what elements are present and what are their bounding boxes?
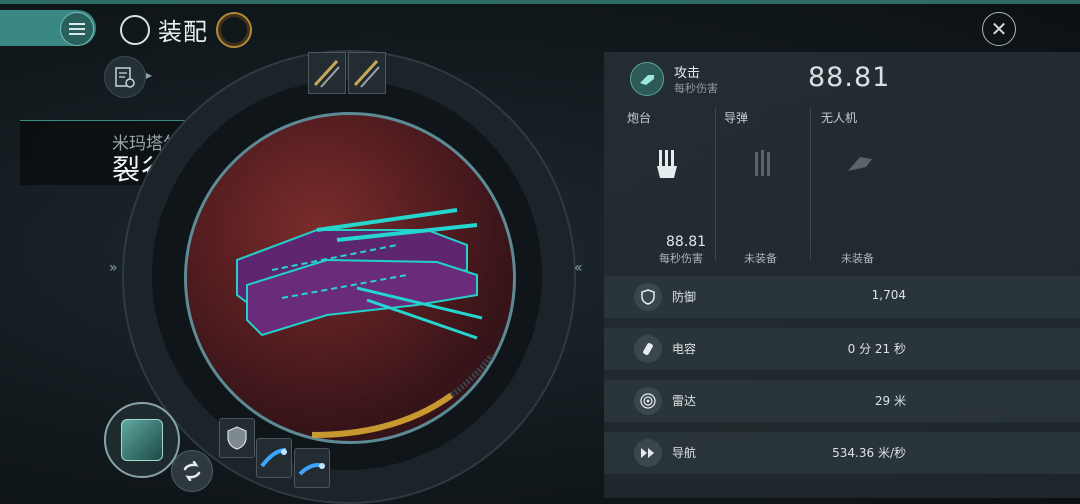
shield-icon [634, 283, 662, 311]
stat-value: 1,704 [871, 288, 906, 302]
column-divider [715, 108, 716, 260]
low-slot-3[interactable] [294, 448, 330, 488]
swap-icon [183, 461, 201, 481]
engine-module-icon [260, 448, 287, 468]
fitting-icon [120, 14, 150, 45]
stat-name: 雷达 [672, 394, 697, 408]
module-bay-button[interactable] [104, 402, 180, 478]
attack-label: 攻击 [674, 66, 701, 81]
target-icon[interactable] [216, 12, 252, 48]
attack-icon [630, 62, 664, 96]
missile-icon[interactable] [742, 145, 782, 185]
stat-value: 29 米 [874, 394, 906, 408]
hamburger-icon [60, 12, 94, 46]
top-accent-line [0, 0, 1080, 4]
stat-value: 0 分 21 秒 [847, 342, 906, 356]
low-slot-1[interactable] [219, 418, 255, 458]
missile-heading: 导弹 [724, 111, 749, 125]
rotate-left-chevron[interactable]: » [109, 260, 118, 276]
low-slot-2[interactable] [256, 438, 292, 478]
expand-arrow-icon: ▸ [146, 68, 153, 82]
turret-module-icon [313, 59, 340, 88]
capacitor-progress-arc [312, 355, 495, 438]
high-slot-2[interactable] [348, 52, 386, 94]
stat-row-capacitor[interactable]: 电容 0 分 21 秒 [604, 328, 1080, 370]
drone-heading: 无人机 [821, 111, 858, 125]
turret-icon[interactable] [647, 145, 687, 185]
swap-button[interactable] [171, 450, 213, 492]
turret-heading: 炮台 [627, 111, 652, 125]
high-slot-1[interactable] [308, 52, 346, 94]
fitting-list-button[interactable] [104, 56, 146, 98]
menu-button[interactable] [0, 10, 96, 46]
rotate-right-chevron[interactable]: « [574, 260, 583, 276]
ship-model [236, 208, 483, 340]
drone-status: 未装备 [841, 252, 874, 265]
capacitor-progress-fill [312, 355, 495, 438]
radar-icon [634, 387, 662, 415]
capacitor-icon [634, 335, 662, 363]
stat-name: 导航 [672, 446, 697, 460]
stat-row-defense[interactable]: 防御 1,704 [604, 276, 1080, 318]
page-title: 装配 [158, 18, 208, 46]
missile-status: 未装备 [744, 252, 777, 265]
attack-sub: 每秒伤害 [674, 82, 718, 95]
stat-value: 534.36 米/秒 [832, 446, 906, 460]
clipboard-gear-icon [115, 67, 135, 88]
attack-value: 88.81 [808, 62, 891, 93]
close-icon: ✕ [990, 17, 1008, 41]
close-button[interactable]: ✕ [982, 12, 1016, 46]
stat-row-radar[interactable]: 雷达 29 米 [604, 380, 1080, 422]
drone-icon[interactable] [840, 145, 880, 185]
module-cube-icon [121, 419, 163, 461]
stat-name: 防御 [672, 290, 697, 304]
shield-module-icon [227, 426, 247, 450]
stat-row-navigation[interactable]: 导航 534.36 米/秒 [604, 432, 1080, 474]
page-title-group: 装配 [120, 12, 208, 47]
column-divider [810, 108, 811, 260]
stat-name: 电容 [672, 342, 697, 356]
turret-dps-value: 88.81 [666, 234, 707, 250]
turret-module-icon [353, 59, 380, 88]
turret-dps-sub: 每秒伤害 [659, 252, 703, 265]
navigation-icon [634, 439, 662, 467]
engine-module-icon [298, 463, 325, 476]
